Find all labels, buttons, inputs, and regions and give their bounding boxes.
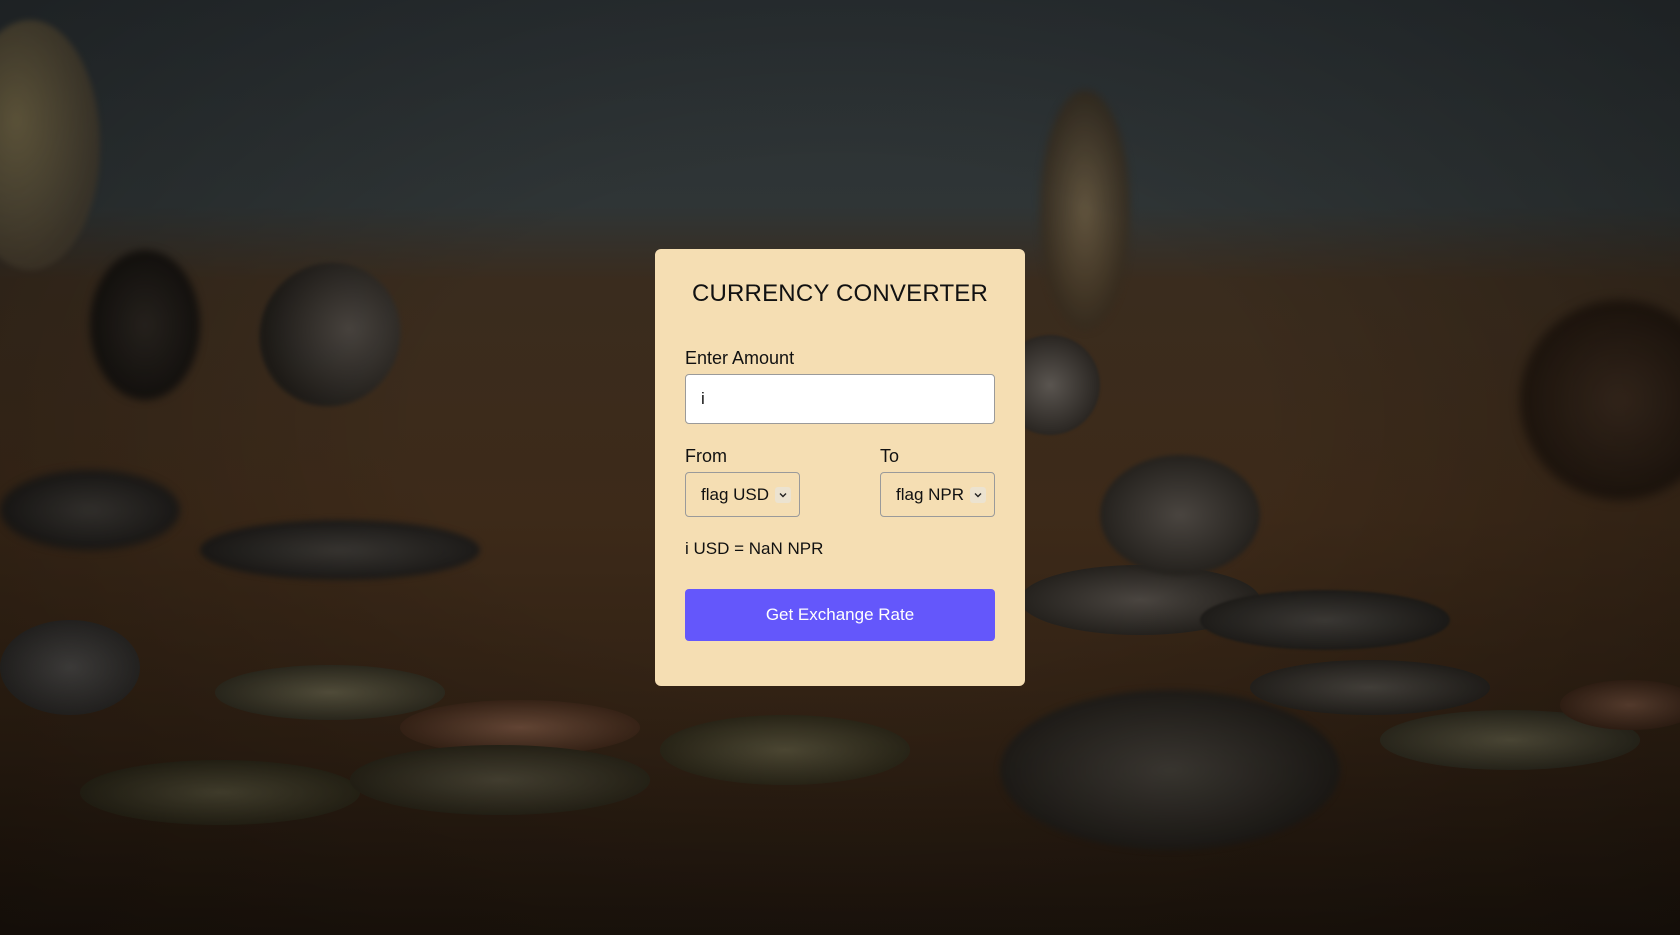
converter-card: CURRENCY CONVERTER Enter Amount From fla… xyxy=(655,249,1025,686)
chevron-down-icon xyxy=(775,486,792,503)
from-group: From flag USD xyxy=(685,446,800,517)
amount-label: Enter Amount xyxy=(685,348,795,368)
get-exchange-rate-button[interactable]: Get Exchange Rate xyxy=(685,589,995,641)
to-label: To xyxy=(880,446,900,466)
to-selected-value: flag NPR xyxy=(896,484,965,504)
to-currency-select[interactable]: flag NPR xyxy=(880,472,995,517)
from-currency-select[interactable]: flag USD xyxy=(685,472,800,517)
amount-input[interactable] xyxy=(685,374,995,424)
from-label: From xyxy=(685,446,727,466)
currency-select-row: From flag USD To flag NPR xyxy=(685,446,995,517)
page-title: CURRENCY CONVERTER xyxy=(691,280,989,307)
to-group: To flag NPR xyxy=(880,446,995,517)
page: CURRENCY CONVERTER Enter Amount From fla… xyxy=(0,0,1680,935)
chevron-down-icon xyxy=(970,486,987,503)
conversion-result: i USD = NaN NPR xyxy=(685,539,824,558)
from-selected-value: flag USD xyxy=(701,484,770,504)
